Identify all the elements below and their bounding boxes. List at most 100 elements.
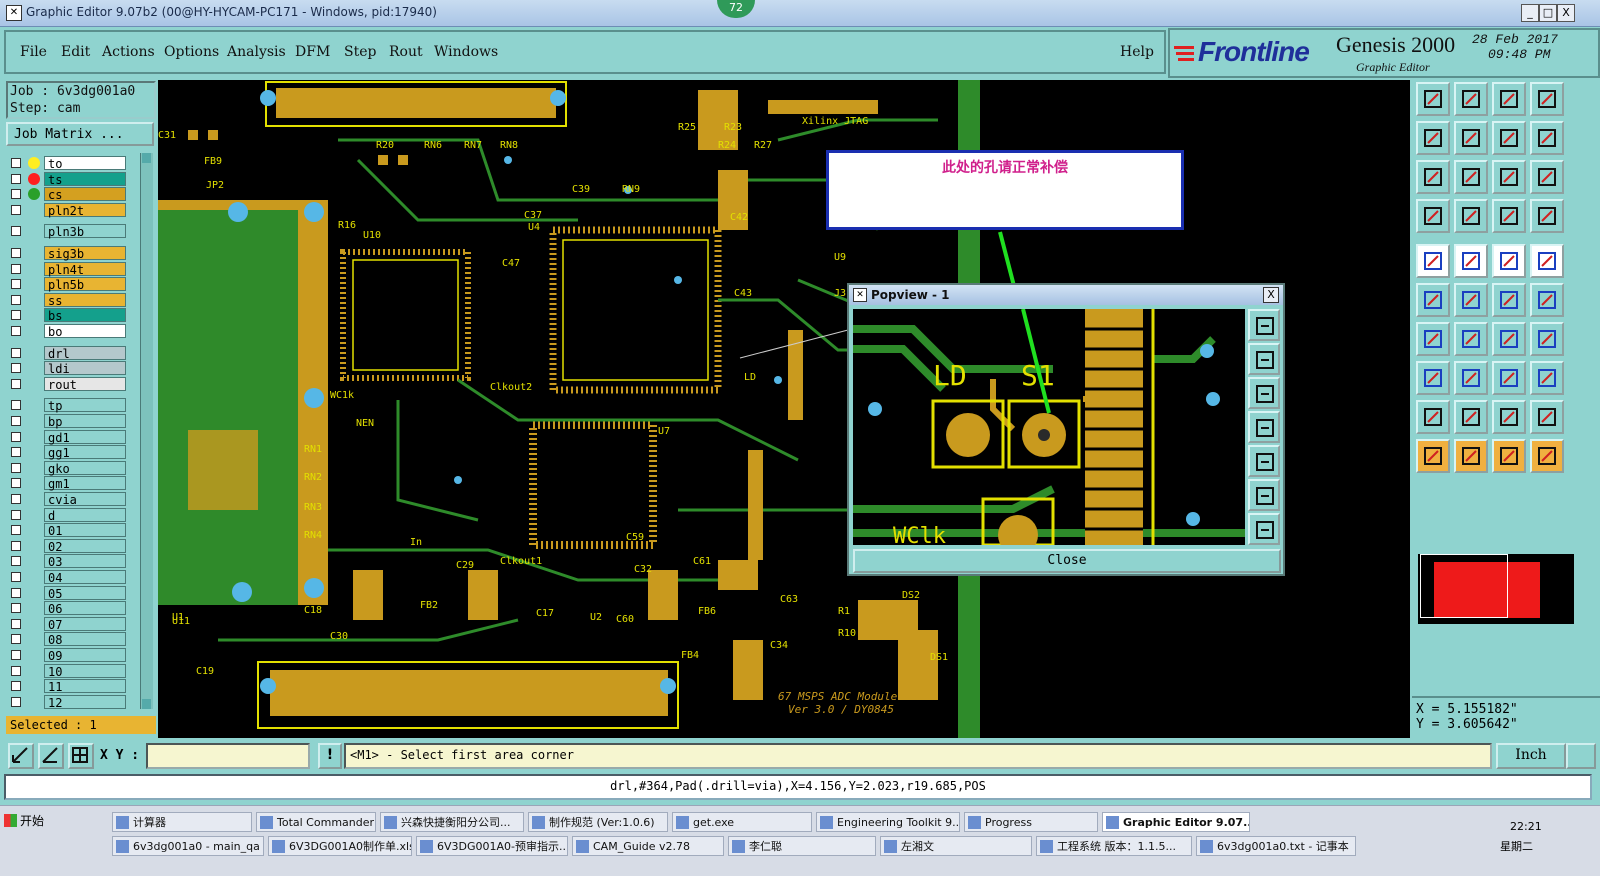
layer-checkbox[interactable] — [11, 681, 21, 692]
start-button[interactable]: 开始 — [2, 810, 52, 832]
layer-checkbox[interactable] — [11, 279, 21, 290]
layer-name[interactable]: 01 — [44, 523, 126, 538]
layer-name[interactable]: pln2t — [44, 202, 126, 218]
layer-checkbox[interactable] — [11, 158, 21, 168]
pad-icon[interactable] — [1416, 244, 1450, 278]
grid-snap-icon[interactable] — [68, 743, 94, 769]
layer-name[interactable]: bo — [44, 324, 126, 339]
layer-row-cs[interactable]: cs — [6, 187, 146, 202]
layer-name[interactable]: rout — [44, 376, 126, 392]
layer-row-08[interactable]: 08 — [6, 632, 146, 647]
layer-row-pln5b[interactable]: pln5b — [6, 277, 146, 292]
home-icon[interactable] — [1416, 82, 1450, 116]
house-icon[interactable] — [1492, 82, 1526, 116]
triangle-icon[interactable] — [1416, 400, 1450, 434]
taskbar-button[interactable]: Progress — [964, 812, 1098, 832]
arch-icon[interactable] — [1492, 400, 1526, 434]
layer-row-07[interactable]: 07 — [6, 616, 146, 632]
layer-row-04[interactable]: 04 — [6, 570, 146, 585]
layer-scrollbar[interactable] — [140, 153, 153, 709]
layer-row-pln4t[interactable]: pln4t — [6, 261, 146, 277]
maximize-button[interactable]: □ — [1539, 4, 1557, 22]
layer-row-ss[interactable]: ss — [6, 292, 146, 308]
layer-row-rout[interactable]: rout — [6, 376, 146, 392]
layer-checkbox[interactable] — [11, 525, 21, 536]
layer-row-ts[interactable]: ts — [6, 171, 146, 187]
taskbar-button[interactable]: 6V3DG001A0制作单.xls ... — [268, 836, 412, 856]
grid-icon[interactable] — [1454, 199, 1488, 233]
popview-pan-left-icon[interactable] — [1248, 411, 1280, 443]
popview-close-button[interactable]: Close — [853, 549, 1281, 573]
help-icon[interactable] — [1530, 160, 1564, 194]
circle-icon[interactable] — [1530, 244, 1564, 278]
layer-row-gko[interactable]: gko — [6, 460, 146, 476]
layer-row-02[interactable]: 02 — [6, 538, 146, 554]
select-icon[interactable] — [1454, 439, 1488, 473]
taskbar-button[interactable]: get.exe — [672, 812, 812, 832]
layer-checkbox[interactable] — [11, 618, 21, 629]
layer-row-03[interactable]: 03 — [6, 554, 146, 569]
taskbar-button[interactable]: 兴森快捷衡阳分公司... — [380, 812, 524, 832]
layer-name[interactable]: d — [44, 507, 126, 523]
taskbar-button[interactable]: Total Commander 7.0 ... — [256, 812, 376, 832]
layer-checkbox[interactable] — [11, 378, 21, 389]
layer-row-d[interactable]: d — [6, 507, 146, 523]
layer-row-05[interactable]: 05 — [6, 585, 146, 601]
taskbar-button[interactable]: 左湘文 — [880, 836, 1032, 856]
menu-file[interactable]: File — [20, 44, 47, 60]
layer-name[interactable]: ts — [44, 171, 126, 187]
taskbar-button[interactable]: 李仁聪 — [728, 836, 876, 856]
taskbar-button[interactable]: 6v3dg001a0.txt - 记事本 — [1196, 836, 1356, 856]
layer-row-tp[interactable]: tp — [6, 398, 146, 413]
taskbar-button[interactable]: 6v3dg001a0 - main_qa — [112, 836, 264, 856]
diagonal-icon[interactable] — [1454, 322, 1488, 356]
shape-icon[interactable] — [1454, 244, 1488, 278]
layer-name[interactable]: 12 — [44, 694, 126, 710]
taskbar-button[interactable]: 6V3DG001A0-预审指示... — [416, 836, 568, 856]
warning-icon[interactable] — [1454, 400, 1488, 434]
layer-checkbox[interactable] — [11, 347, 21, 358]
layer-name[interactable]: 03 — [44, 554, 126, 569]
layer-checkbox[interactable] — [11, 447, 21, 458]
layer-checkbox[interactable] — [11, 603, 21, 614]
add-point-icon[interactable] — [1492, 283, 1526, 317]
line-icon[interactable] — [1416, 322, 1450, 356]
layer-name[interactable]: 08 — [44, 632, 126, 647]
popview-pan-down-icon[interactable] — [1248, 377, 1280, 409]
menu-edit[interactable]: Edit — [61, 44, 90, 60]
layer-row-pln3b[interactable]: pln3b — [6, 224, 146, 239]
layer-row-06[interactable]: 06 — [6, 601, 146, 616]
layer-checkbox[interactable] — [11, 363, 21, 374]
layer-checkbox[interactable] — [11, 494, 21, 504]
overview-map[interactable] — [1418, 554, 1574, 624]
layer-name[interactable]: to — [44, 156, 126, 171]
layer-name[interactable]: 07 — [44, 616, 126, 632]
zoom-red-icon[interactable] — [1492, 199, 1526, 233]
popview-zoom-in-icon[interactable] — [1248, 513, 1280, 545]
layer-name[interactable]: gm1 — [44, 476, 126, 491]
layer-name[interactable]: cvia — [44, 492, 126, 507]
layer-checkbox[interactable] — [11, 540, 21, 551]
taskbar-button[interactable]: Engineering Toolkit 9.... — [816, 812, 960, 832]
connect-icon[interactable] — [1416, 283, 1450, 317]
layer-checkbox[interactable] — [11, 416, 21, 426]
layer-name[interactable]: tp — [44, 398, 126, 413]
layer-checkbox[interactable] — [11, 294, 21, 305]
menu-help[interactable]: Help — [1120, 44, 1154, 60]
menu-windows[interactable]: Windows — [434, 44, 498, 60]
center-icon[interactable] — [1454, 160, 1488, 194]
measure-icon[interactable] — [38, 743, 64, 769]
job-matrix-button[interactable]: Job Matrix ... — [6, 122, 154, 146]
layer-name[interactable]: cs — [44, 187, 126, 202]
layer-checkbox[interactable] — [11, 263, 21, 274]
layer-row-gm1[interactable]: gm1 — [6, 476, 146, 491]
window-icon[interactable] — [1530, 82, 1564, 116]
menu-rout[interactable]: Rout — [389, 44, 423, 60]
layer-name[interactable]: pln4t — [44, 261, 126, 277]
layer-name[interactable]: ss — [44, 292, 126, 308]
flag-icon[interactable] — [1530, 199, 1564, 233]
menu-analysis[interactable]: Analysis — [227, 44, 286, 60]
square-icon[interactable] — [1416, 361, 1450, 395]
down-icon[interactable] — [1454, 82, 1488, 116]
layer-row-pln2t[interactable]: pln2t — [6, 202, 146, 218]
